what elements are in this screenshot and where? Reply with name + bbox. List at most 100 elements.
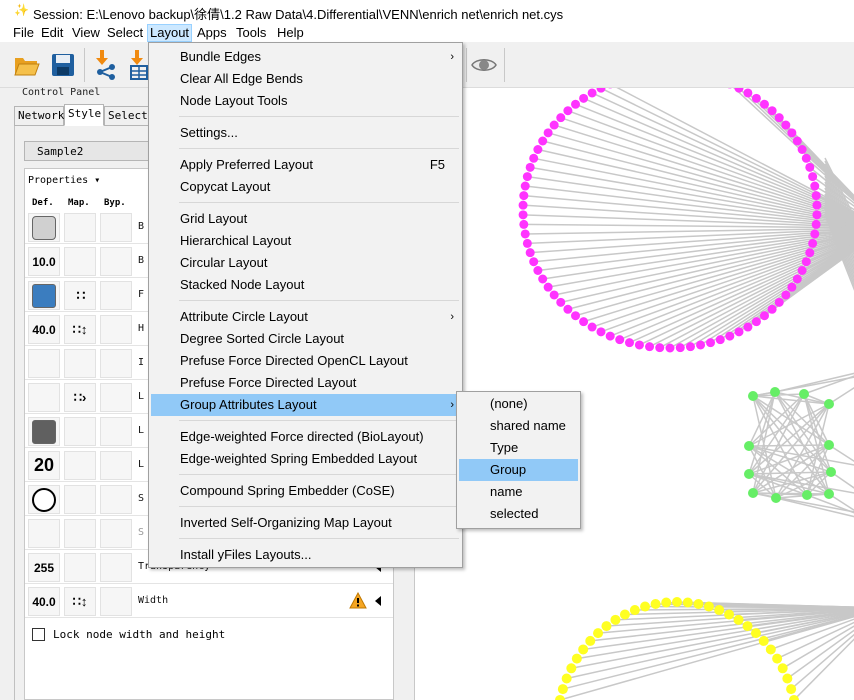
network-node <box>571 653 582 664</box>
bypass-cell[interactable] <box>100 315 132 344</box>
network-node <box>518 200 528 210</box>
network-node <box>786 684 797 695</box>
menu-item-group-attributes-layout[interactable]: Group Attributes Layout › <box>151 394 460 416</box>
menu-item-spring-embedded-layout[interactable]: Edge-weighted Spring Embedded Layout <box>151 448 460 470</box>
mapping-cell[interactable]: ∷↕ <box>64 315 96 344</box>
tab-select[interactable]: Select <box>104 106 154 126</box>
style-dropdown[interactable]: Sample2 <box>24 141 164 161</box>
mapping-cell[interactable] <box>64 519 96 548</box>
mapping-cell[interactable] <box>64 417 96 446</box>
network-node <box>543 282 553 292</box>
menu-item-clear-edge-bends[interactable]: Clear All Edge Bends <box>151 68 460 90</box>
bypass-cell[interactable] <box>100 519 132 548</box>
menu-item-grid-layout[interactable]: Grid Layout <box>151 208 460 230</box>
property-row[interactable]: 40.0 ∷↕ Width <box>25 585 393 618</box>
bypass-cell[interactable] <box>100 587 132 616</box>
lock-size-option[interactable]: Lock node width and height <box>32 628 225 641</box>
submenu-arrow-icon: › <box>450 311 454 323</box>
menu-item-bundle-edges[interactable]: Bundle Edges › <box>151 46 460 68</box>
lock-checkbox[interactable] <box>32 628 45 641</box>
submenu-item-group[interactable]: Group <box>459 459 578 481</box>
mapping-cell[interactable] <box>64 553 96 582</box>
menu-item-attribute-circle-layout[interactable]: Attribute Circle Layout › <box>151 306 460 328</box>
menu-tools[interactable]: Tools <box>234 24 268 42</box>
default-value[interactable] <box>28 383 60 412</box>
submenu-item-selected[interactable]: selected <box>459 503 578 525</box>
color-swatch <box>32 419 56 444</box>
mapping-cell[interactable] <box>64 247 96 276</box>
eye-icon[interactable] <box>469 50 499 80</box>
network-node <box>543 128 553 138</box>
default-value[interactable] <box>28 281 60 310</box>
menu-item-prefuse-force-directed-layout[interactable]: Prefuse Force Directed Layout <box>151 372 460 394</box>
menu-item-node-layout-tools[interactable]: Node Layout Tools <box>151 90 460 112</box>
menu-item-settings[interactable]: Settings... <box>151 122 460 144</box>
default-value[interactable]: 20 <box>28 451 60 480</box>
menu-layout[interactable]: Layout <box>147 24 193 42</box>
bypass-cell[interactable] <box>100 417 132 446</box>
menu-edit[interactable]: Edit <box>39 24 65 42</box>
mapping-cell[interactable] <box>64 349 96 378</box>
column-bypass: Byp. <box>104 198 126 208</box>
mapping-cell[interactable] <box>64 213 96 242</box>
open-folder-icon[interactable] <box>12 50 42 80</box>
bypass-cell[interactable] <box>100 485 132 514</box>
network-node <box>561 673 572 684</box>
menu-item-prefuse-opencl-layout[interactable]: Prefuse Force Directed OpenCL Layout <box>151 350 460 372</box>
continuous-mapping-icon: ∷↕ <box>72 593 88 609</box>
default-value[interactable]: 255 <box>28 553 60 582</box>
bypass-cell[interactable] <box>100 349 132 378</box>
bypass-cell[interactable] <box>100 553 132 582</box>
bypass-cell[interactable] <box>100 281 132 310</box>
menu-item-stacked-node-layout[interactable]: Stacked Node Layout <box>151 274 460 296</box>
import-network-icon[interactable] <box>90 50 120 80</box>
menu-item-isom-layout[interactable]: Inverted Self-Organizing Map Layout <box>151 512 460 534</box>
bypass-cell[interactable] <box>100 213 132 242</box>
menu-item-biolayout[interactable]: Edge-weighted Force directed (BioLayout) <box>151 426 460 448</box>
submenu-item-none[interactable]: (none) <box>459 393 578 415</box>
default-value[interactable] <box>28 485 60 514</box>
tab-style[interactable]: Style <box>64 104 104 126</box>
menu-item-degree-sorted-circle-layout[interactable]: Degree Sorted Circle Layout <box>151 328 460 350</box>
default-value[interactable] <box>28 519 60 548</box>
menu-item-cose-layout[interactable]: Compound Spring Embedder (CoSE) <box>151 480 460 502</box>
submenu-item-name[interactable]: name <box>459 481 578 503</box>
menu-item-copycat-layout[interactable]: Copycat Layout <box>151 176 460 198</box>
tab-network[interactable]: Network <box>14 106 64 126</box>
menu-file[interactable]: File <box>11 24 36 42</box>
submenu-item-type[interactable]: Type <box>459 437 578 459</box>
network-node <box>743 88 753 98</box>
properties-dropdown[interactable]: Properties ▾ <box>28 175 100 186</box>
bypass-cell[interactable] <box>100 451 132 480</box>
submenu-arrow-icon: › <box>450 51 454 63</box>
group-attributes-submenu: (none) shared name Type Group name selec… <box>456 391 581 529</box>
default-value[interactable] <box>28 213 60 242</box>
collapse-arrow-icon[interactable] <box>375 596 381 606</box>
mapping-cell[interactable] <box>64 485 96 514</box>
default-value[interactable] <box>28 349 60 378</box>
network-node <box>529 153 539 163</box>
mapping-cell[interactable]: ∷› <box>64 383 96 412</box>
mapping-cell[interactable]: ∷ <box>64 281 96 310</box>
save-icon[interactable] <box>48 50 78 80</box>
menu-item-apply-preferred-layout[interactable]: Apply Preferred Layout F5 <box>151 154 460 176</box>
default-value[interactable]: 10.0 <box>28 247 60 276</box>
network-node <box>782 673 793 684</box>
default-value[interactable]: 40.0 <box>28 587 60 616</box>
property-label: H <box>138 323 145 334</box>
menu-apps[interactable]: Apps <box>195 24 229 42</box>
bypass-cell[interactable] <box>100 383 132 412</box>
default-value[interactable]: 40.0 <box>28 315 60 344</box>
menu-item-circular-layout[interactable]: Circular Layout <box>151 252 460 274</box>
menu-item-hierarchical-layout[interactable]: Hierarchical Layout <box>151 230 460 252</box>
bypass-cell[interactable] <box>100 247 132 276</box>
menu-view[interactable]: View <box>70 24 102 42</box>
mapping-cell[interactable] <box>64 451 96 480</box>
menu-select[interactable]: Select <box>105 24 145 42</box>
network-node <box>522 172 532 182</box>
default-value[interactable] <box>28 417 60 446</box>
menu-help[interactable]: Help <box>275 24 306 42</box>
submenu-item-shared-name[interactable]: shared name <box>459 415 578 437</box>
mapping-cell[interactable]: ∷↕ <box>64 587 96 616</box>
menu-item-install-yfiles[interactable]: Install yFiles Layouts... <box>151 544 460 566</box>
